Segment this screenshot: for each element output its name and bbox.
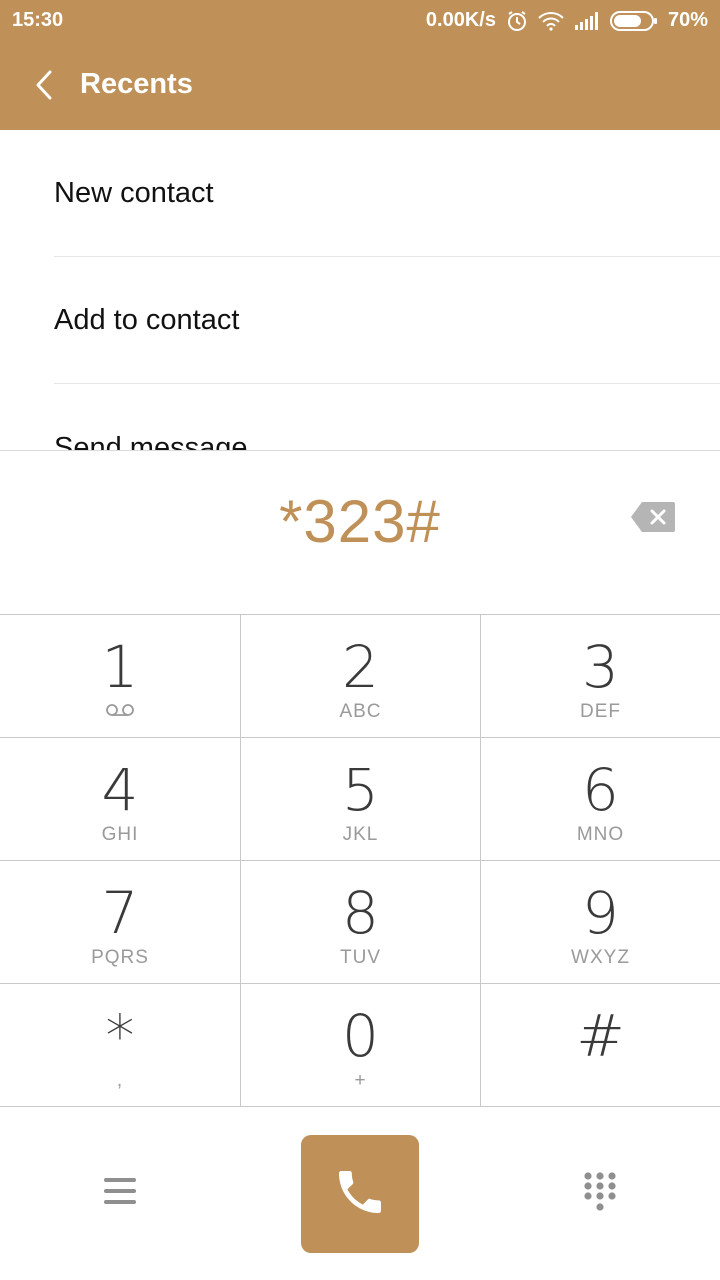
network-speed: 0.00K/s [425,9,496,31]
status-time: 15:30 [12,9,64,31]
dial-keypad: 1 2 ABC 3 DEF 4 GHI 5 JKL 6 MNO 7 PQRS 8… [0,614,720,1109]
key-letters: DEF [580,701,621,722]
key-letters: MNO [576,824,625,845]
key-digit: 3 [582,633,619,701]
key-digit: 5 [342,756,379,824]
key-9[interactable]: 9 WXYZ [481,861,720,984]
key-letters: + [354,1070,367,1091]
title-bar: Recents [0,40,720,130]
key-5[interactable]: 5 JKL [241,738,481,861]
key-digit: 1 [101,633,139,701]
key-digit: 2 [342,633,379,701]
signal-icon [574,11,600,31]
status-right: 0.00K/s 70% [426,9,708,32]
key-7[interactable]: 7 PQRS [0,861,241,984]
add-to-contact-option[interactable]: Add to contact [54,257,720,384]
bottom-bar [0,1108,720,1280]
key-letters: TUV [340,947,381,968]
backspace-icon[interactable] [630,501,676,533]
battery-level: 70% [667,9,708,31]
voicemail-icon [0,703,240,717]
key-digit: 9 [582,879,619,947]
dialed-number[interactable]: *323# [0,487,720,556]
key-6[interactable]: 6 MNO [481,738,720,861]
dialpad-icon[interactable] [580,1170,620,1214]
alarm-icon [506,10,528,32]
key-digit: # [576,1002,625,1070]
key-digit: 0 [342,1002,379,1070]
key-digit: 4 [101,756,139,824]
key-digit: 7 [101,879,139,947]
status-bar: 15:30 0.00K/s 70% [0,0,720,40]
key-letters: GHI [101,824,139,845]
key-digit: 6 [582,756,619,824]
key-1[interactable]: 1 [0,615,241,738]
chevron-left-icon[interactable] [24,62,64,108]
wifi-icon [538,11,564,31]
phone-icon [332,1164,388,1225]
key-letters: , [116,1070,124,1091]
menu-icon[interactable] [100,1174,140,1208]
key-letters: PQRS [91,947,149,968]
key-0[interactable]: 0 + [241,984,481,1107]
key-letters: ABC [339,701,382,722]
key-digit: * [105,1002,135,1070]
top-bar: 15:30 0.00K/s 70% Recents [0,0,720,130]
key-3[interactable]: 3 DEF [481,615,720,738]
key-2[interactable]: 2 ABC [241,615,481,738]
call-button[interactable] [301,1135,419,1253]
key-letters: WXYZ [571,947,630,968]
new-contact-option[interactable]: New contact [54,130,720,257]
key-8[interactable]: 8 TUV [241,861,481,984]
page-title: Recents [80,68,193,100]
battery-icon [609,10,658,32]
key-digit: 8 [342,879,379,947]
key-hash[interactable]: # [481,984,720,1107]
dialer-options-list: New contact Add to contact Send message [0,130,720,450]
key-star[interactable]: * , [0,984,241,1107]
key-4[interactable]: 4 GHI [0,738,241,861]
send-message-option[interactable]: Send message [54,384,720,450]
key-letters: JKL [342,824,379,845]
number-display: *323# [0,450,720,615]
